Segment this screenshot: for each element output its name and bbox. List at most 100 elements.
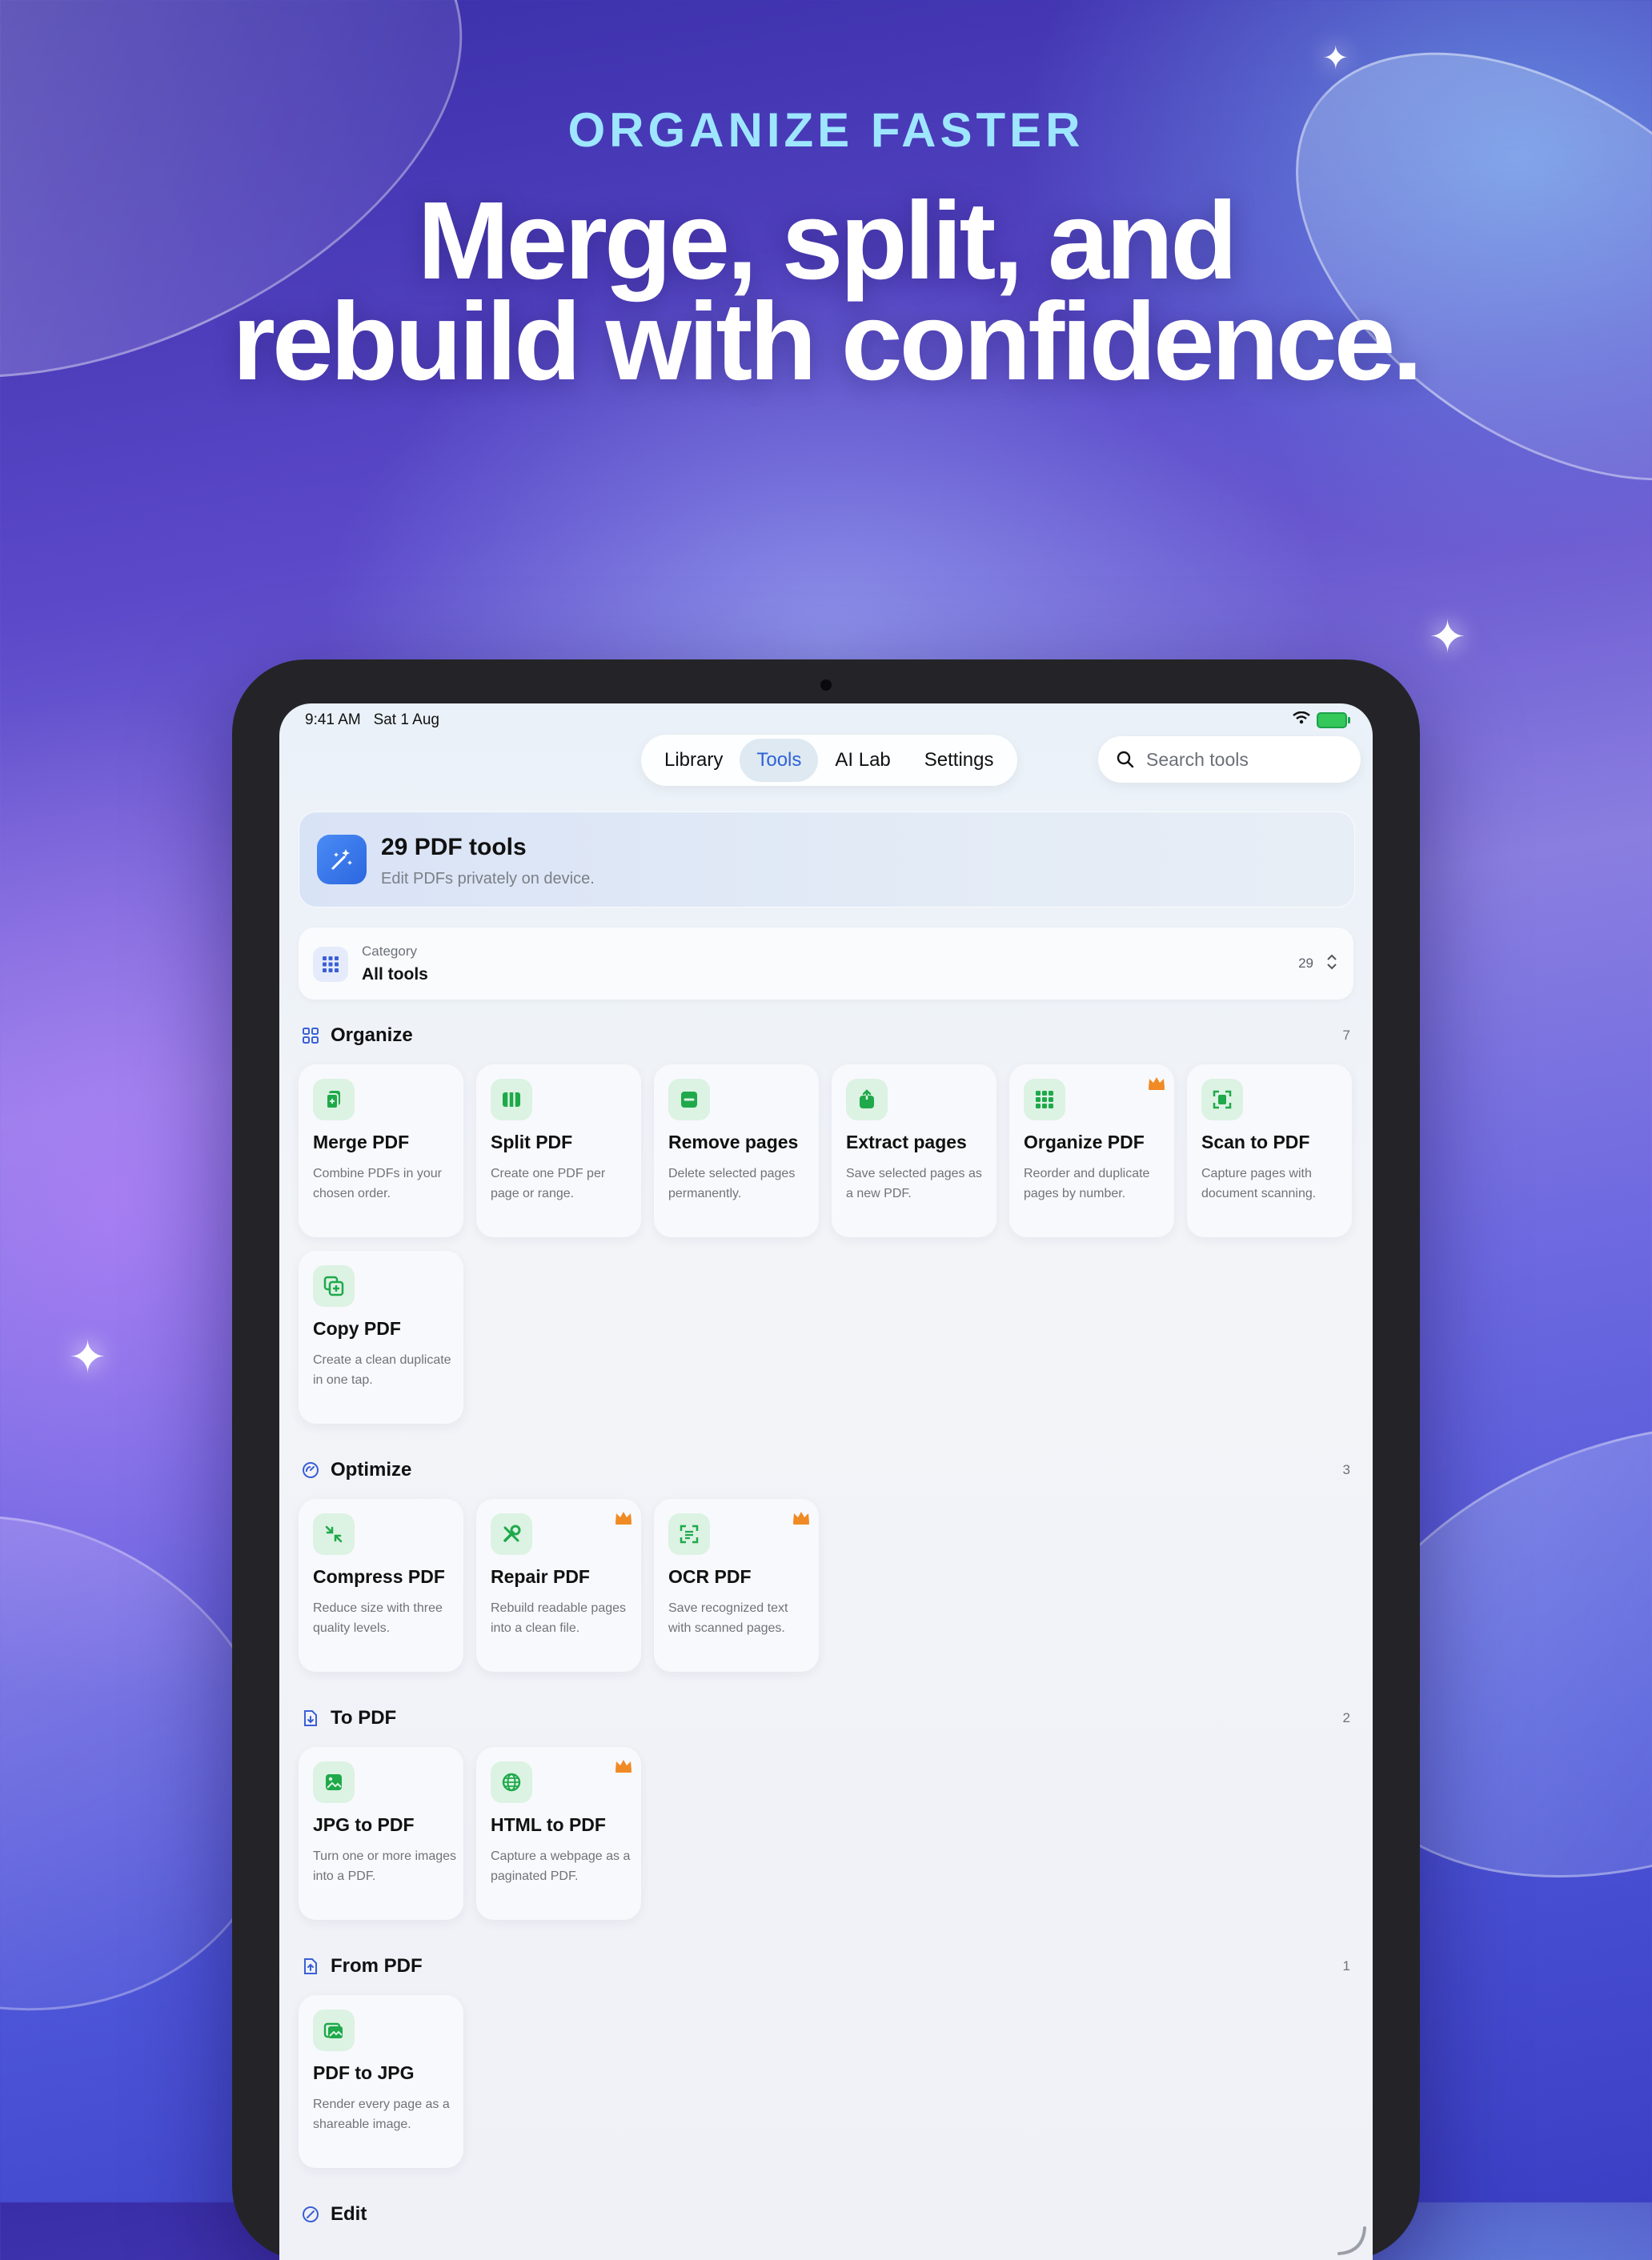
category-label: Category bbox=[362, 944, 417, 959]
tool-card-html-to-pdf[interactable]: HTML to PDF Capture a webpage as a pagin… bbox=[476, 1747, 641, 1920]
image-icon bbox=[313, 1761, 355, 1803]
compress-arrows-icon bbox=[313, 1513, 355, 1555]
tool-title: JPG to PDF bbox=[313, 1814, 415, 1835]
section-header-optimize: Optimize bbox=[300, 1456, 411, 1485]
chevron-up-down-icon bbox=[1326, 953, 1337, 976]
section-title: Optimize bbox=[331, 1459, 412, 1481]
category-value: All tools bbox=[362, 965, 428, 984]
front-camera bbox=[820, 679, 832, 691]
status-bar: 9:41 AM Sat 1 Aug bbox=[305, 711, 1350, 737]
section-title: Organize bbox=[331, 1024, 413, 1046]
category-count: 29 bbox=[1298, 956, 1313, 971]
tool-card-compress-pdf[interactable]: Compress PDF Reduce size with three qual… bbox=[299, 1499, 463, 1672]
tool-description: Save recognized text with scanned pages. bbox=[668, 1601, 788, 1635]
section-title: From PDF bbox=[331, 1955, 423, 1977]
tool-card-jpg-to-pdf[interactable]: JPG to PDF Turn one or more images into … bbox=[299, 1747, 463, 1920]
section-count: 1 bbox=[1342, 1958, 1350, 1973]
section-count: 7 bbox=[1342, 1028, 1350, 1043]
sparkle-icon: ✦ bbox=[69, 1332, 106, 1384]
tool-description: Combine PDFs in your chosen order. bbox=[313, 1167, 442, 1200]
tab-ai-lab[interactable]: AI Lab bbox=[818, 739, 907, 782]
tab-tools[interactable]: Tools bbox=[740, 739, 819, 782]
tool-title: Scan to PDF bbox=[1201, 1132, 1310, 1152]
crown-icon bbox=[615, 1760, 632, 1773]
main-tab-bar: Library Tools AI Lab Settings bbox=[641, 735, 1017, 786]
tablet-device-frame: 9:41 AM Sat 1 Aug Library Tools AI Lab S… bbox=[232, 659, 1420, 2260]
battery-icon bbox=[1317, 712, 1350, 728]
category-picker[interactable]: Category All tools 29 bbox=[299, 928, 1353, 1000]
tool-title: Compress PDF bbox=[313, 1566, 445, 1587]
images-icon bbox=[313, 2010, 355, 2051]
status-date: Sat 1 Aug bbox=[373, 711, 439, 728]
gauge-icon bbox=[300, 1460, 321, 1481]
edit-icon bbox=[300, 2204, 321, 2225]
tool-card-scan-to-pdf[interactable]: Scan to PDF Capture pages with document … bbox=[1187, 1064, 1352, 1237]
split-columns-icon bbox=[491, 1079, 532, 1120]
wifi-icon bbox=[1293, 711, 1310, 729]
status-time: 9:41 AM bbox=[305, 711, 361, 728]
headline-line-1: Merge, split, and bbox=[417, 179, 1238, 303]
tool-card-copy-pdf[interactable]: Copy PDF Create a clean duplicate in one… bbox=[299, 1251, 463, 1424]
grid-icon bbox=[313, 947, 348, 982]
sparkle-icon: ✦ bbox=[1322, 40, 1349, 77]
magic-wand-icon bbox=[317, 835, 367, 884]
section-header-organize: Organize bbox=[300, 1021, 413, 1050]
scroll-indicator[interactable] bbox=[1336, 2225, 1368, 2257]
tool-title: Organize PDF bbox=[1024, 1132, 1145, 1152]
tool-card-merge-pdf[interactable]: Merge PDF Combine PDFs in your chosen or… bbox=[299, 1064, 463, 1237]
tools-count-title: 29 PDF tools bbox=[381, 834, 527, 860]
section-header-to-pdf: To PDF bbox=[300, 1704, 396, 1733]
search-icon bbox=[1117, 751, 1134, 768]
promo-headline: Merge, split, and rebuild with confidenc… bbox=[0, 179, 1652, 403]
tool-description: Capture pages with document scanning. bbox=[1201, 1167, 1317, 1200]
tool-card-remove-pages[interactable]: Remove pages Delete selected pages perma… bbox=[654, 1064, 819, 1237]
tool-card-pdf-to-jpg[interactable]: PDF to JPG Render every page as a sharea… bbox=[299, 1995, 463, 2168]
tool-title: Extract pages bbox=[846, 1132, 967, 1152]
section-title: Edit bbox=[331, 2203, 367, 2225]
tool-description: Create a clean duplicate in one tap. bbox=[313, 1353, 451, 1387]
tool-card-extract-pages[interactable]: Extract pages Save selected pages as a n… bbox=[832, 1064, 996, 1237]
tab-library[interactable]: Library bbox=[648, 739, 740, 782]
crown-icon bbox=[1149, 1077, 1165, 1090]
minus-square-icon bbox=[668, 1079, 710, 1120]
doc-download-icon bbox=[300, 1708, 321, 1729]
tool-card-ocr-pdf[interactable]: OCR PDF Save recognized text with scanne… bbox=[654, 1499, 819, 1672]
crown-icon bbox=[615, 1512, 632, 1525]
tool-description: Reduce size with three quality levels. bbox=[313, 1601, 443, 1635]
scan-icon bbox=[1201, 1079, 1243, 1120]
tool-description: Save selected pages as a new PDF. bbox=[846, 1167, 982, 1200]
text-scan-icon bbox=[668, 1513, 710, 1555]
grid-dots-icon bbox=[1024, 1079, 1065, 1120]
section-header-edit: Edit bbox=[300, 2200, 367, 2229]
search-placeholder: Search tools bbox=[1146, 748, 1249, 770]
headline-line-2: rebuild with confidence. bbox=[232, 280, 1422, 403]
tool-description: Render every page as a shareable image. bbox=[313, 2098, 450, 2131]
tools-summary-banner: 29 PDF tools Edit PDFs privately on devi… bbox=[299, 811, 1355, 908]
tool-card-repair-pdf[interactable]: Repair PDF Rebuild readable pages into a… bbox=[476, 1499, 641, 1672]
section-count: 3 bbox=[1342, 1462, 1350, 1477]
section-header-from-pdf: From PDF bbox=[300, 1952, 423, 1981]
tool-description: Rebuild readable pages into a clean file… bbox=[491, 1601, 627, 1635]
grid-squares-icon bbox=[300, 1025, 321, 1046]
section-title: To PDF bbox=[331, 1707, 397, 1729]
promo-eyebrow: ORGANIZE FASTER bbox=[567, 103, 1085, 157]
tool-title: Copy PDF bbox=[313, 1318, 401, 1339]
tool-title: Remove pages bbox=[668, 1132, 799, 1152]
tool-card-organize-pdf[interactable]: Organize PDF Reorder and duplicate pages… bbox=[1009, 1064, 1174, 1237]
tool-title: PDF to JPG bbox=[313, 2062, 415, 2083]
tool-title: Merge PDF bbox=[313, 1132, 410, 1152]
tool-title: Split PDF bbox=[491, 1132, 573, 1152]
app-screen: 9:41 AM Sat 1 Aug Library Tools AI Lab S… bbox=[279, 703, 1373, 2260]
doc-upload-icon bbox=[300, 1956, 321, 1977]
tool-description: Capture a webpage as a paginated PDF. bbox=[491, 1849, 631, 1883]
copy-plus-icon bbox=[313, 1265, 355, 1307]
section-count: 2 bbox=[1342, 1710, 1350, 1725]
tools-summary-subtitle: Edit PDFs privately on device. bbox=[381, 870, 595, 888]
tab-settings[interactable]: Settings bbox=[908, 739, 1011, 782]
tool-title: Repair PDF bbox=[491, 1566, 590, 1587]
globe-icon bbox=[491, 1761, 532, 1803]
search-field[interactable]: Search tools bbox=[1098, 736, 1361, 783]
tool-card-split-pdf[interactable]: Split PDF Create one PDF per page or ran… bbox=[476, 1064, 641, 1237]
crown-icon bbox=[793, 1512, 809, 1525]
tool-description: Create one PDF per page or range. bbox=[491, 1167, 606, 1200]
